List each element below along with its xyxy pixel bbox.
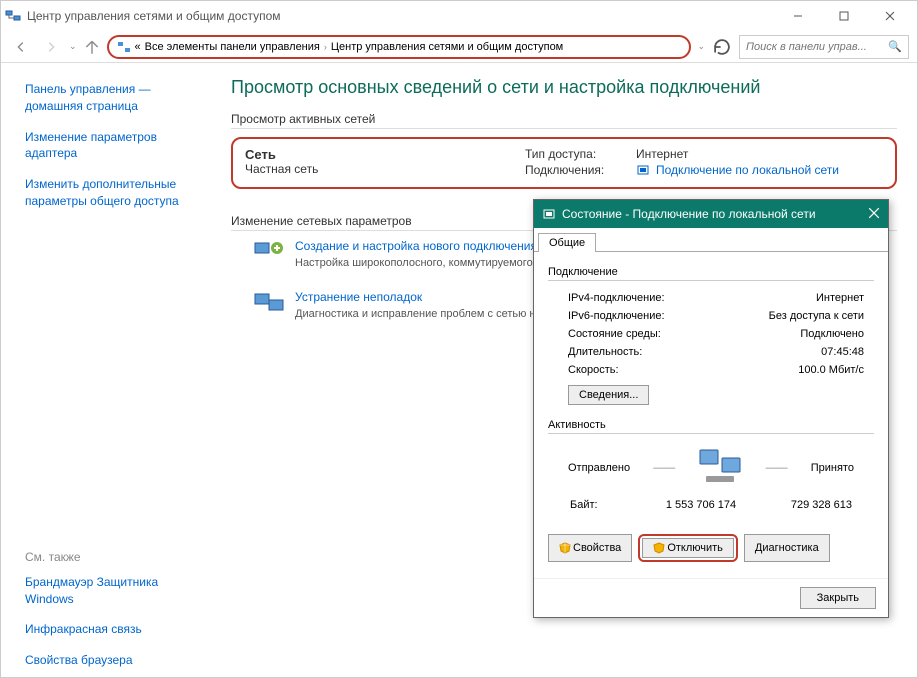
divider [548, 433, 874, 434]
sidebar-browser-link[interactable]: Свойства браузера [25, 652, 187, 669]
ipv6-value: Без доступа к сети [769, 310, 864, 322]
dialog-body: Подключение IPv4-подключение: Интернет IP… [534, 251, 888, 578]
close-button[interactable] [867, 1, 913, 31]
access-type-label: Тип доступа: [525, 147, 630, 161]
computers-icon [698, 448, 742, 488]
nav-up-button[interactable] [83, 38, 101, 56]
disable-highlight: Отключить [638, 534, 738, 562]
chevron-right-icon: › [324, 42, 327, 52]
troubleshoot-icon [253, 290, 285, 318]
disable-button[interactable]: Отключить [642, 538, 734, 558]
activity-graphic: Отправлено —— —— Принято [548, 442, 874, 496]
active-networks-label: Просмотр активных сетей [231, 112, 897, 126]
duration-label: Длительность: [568, 346, 642, 358]
media-label: Состояние среды: [568, 328, 661, 340]
speed-label: Скорость: [568, 364, 619, 376]
activity-fieldset-label: Активность [548, 419, 874, 431]
shield-icon [653, 542, 665, 554]
refresh-button[interactable] [711, 36, 733, 58]
connection-fieldset-label: Подключение [548, 266, 874, 278]
disable-label: Отключить [667, 542, 723, 554]
navbar: ⌄ « Все элементы панели управления › Цен… [1, 31, 917, 63]
speed-value: 100.0 Мбит/с [798, 364, 864, 376]
tab-general[interactable]: Общие [538, 233, 596, 252]
properties-button[interactable]: Свойства [548, 534, 632, 562]
duration-value: 07:45:48 [821, 346, 864, 358]
network-name: Сеть [245, 147, 525, 162]
minimize-button[interactable] [775, 1, 821, 31]
media-value: Подключено [800, 328, 864, 340]
bytes-recv: 729 328 613 [752, 499, 852, 511]
sent-label: Отправлено [568, 462, 630, 474]
diagnose-button[interactable]: Диагностика [744, 534, 830, 562]
maximize-button[interactable] [821, 1, 867, 31]
dialog-tabs: Общие [534, 228, 888, 251]
dialog-footer: Закрыть [534, 578, 888, 617]
ethernet-icon [636, 163, 650, 177]
dialog-close-button[interactable] [868, 207, 880, 222]
search-input[interactable] [746, 41, 884, 53]
ipv6-label: IPv6-подключение: [568, 310, 665, 322]
new-connection-icon [253, 239, 285, 267]
recv-label: Принято [811, 462, 854, 474]
search-box[interactable]: 🔍 [739, 35, 909, 59]
recent-dropdown[interactable]: ⌄ [69, 41, 77, 52]
shield-icon [559, 542, 571, 554]
dialog-title: Состояние - Подключение по локальной сет… [562, 207, 816, 221]
details-button[interactable]: Сведения... [568, 385, 649, 405]
window-title: Центр управления сетями и общим доступом [27, 9, 281, 23]
address-dropdown[interactable]: ⌄ [697, 41, 705, 52]
address-bar[interactable]: « Все элементы панели управления › Центр… [107, 35, 692, 59]
breadcrumb-item-2[interactable]: Центр управления сетями и общим доступом [331, 41, 563, 53]
dialog-button-row: Свойства Отключить Диагностика [548, 534, 874, 562]
search-icon: 🔍 [888, 40, 902, 53]
network-icon [117, 40, 131, 54]
ethernet-icon [542, 207, 556, 221]
page-title: Просмотр основных сведений о сети и наст… [231, 77, 897, 98]
main-window: Центр управления сетями и общим доступом… [0, 0, 918, 678]
breadcrumb-item-1[interactable]: Все элементы панели управления [145, 41, 320, 53]
sidebar-infrared-link[interactable]: Инфракрасная связь [25, 621, 187, 638]
active-network-box: Сеть Частная сеть Тип доступа: Интернет … [231, 137, 897, 189]
sidebar-firewall-link[interactable]: Брандмауэр Защитника Windows [25, 574, 187, 608]
ipv4-value: Интернет [816, 292, 864, 304]
status-dialog: Состояние - Подключение по локальной сет… [533, 199, 889, 618]
sidebar-home-link[interactable]: Панель управления — домашняя страница [25, 81, 187, 115]
sidebar-sharing-link[interactable]: Изменить дополнительные параметры общего… [25, 176, 187, 210]
divider [231, 128, 897, 129]
sidebar: Панель управления — домашняя страница Из… [1, 63, 201, 677]
sidebar-adapter-link[interactable]: Изменение параметров адаптера [25, 129, 187, 163]
network-center-icon [5, 8, 21, 24]
see-also-label: См. также [25, 550, 187, 564]
network-kind: Частная сеть [245, 162, 525, 176]
nav-forward-button[interactable] [39, 35, 63, 59]
bytes-sent: 1 553 706 174 [651, 499, 751, 511]
nav-back-button[interactable] [9, 35, 33, 59]
connections-label: Подключения: [525, 163, 630, 177]
properties-label: Свойства [573, 542, 621, 554]
close-dialog-button[interactable]: Закрыть [800, 587, 876, 609]
ipv4-label: IPv4-подключение: [568, 292, 665, 304]
bytes-label: Байт: [570, 499, 650, 511]
access-type-value: Интернет [636, 147, 688, 161]
connection-link[interactable]: Подключение по локальной сети [656, 163, 839, 177]
dialog-titlebar: Состояние - Подключение по локальной сет… [534, 200, 888, 228]
titlebar: Центр управления сетями и общим доступом [1, 1, 917, 31]
divider [548, 280, 874, 281]
breadcrumb-prefix: « [135, 41, 141, 53]
